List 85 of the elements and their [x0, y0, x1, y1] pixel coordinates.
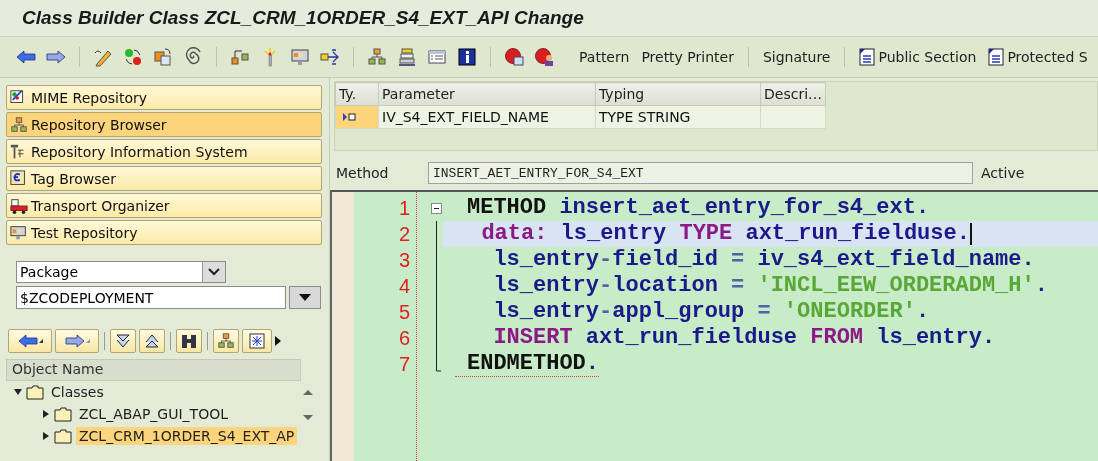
line-number: 5	[397, 300, 411, 325]
line-number: 7	[397, 352, 411, 377]
expand-all-button[interactable]	[110, 329, 136, 353]
toolbar-button[interactable]: Protected S	[985, 46, 1091, 68]
navigator-button[interactable]: Repository Information System	[6, 139, 322, 164]
toolbar-button[interactable]: Pretty Printer	[638, 47, 737, 67]
navigator-button[interactable]: Test Repository	[6, 220, 322, 245]
caret-down-icon	[299, 294, 311, 301]
swap-circles-icon[interactable]	[123, 47, 143, 67]
collapse-icon[interactable]	[14, 388, 22, 396]
code-line: ENDMETHOD.	[467, 351, 600, 376]
code-line: ls_entry-field_id = iv_s4_ext_field_name.	[492, 247, 1035, 273]
find-button[interactable]	[176, 329, 202, 353]
screen-panel-icon[interactable]	[290, 47, 310, 67]
folder-icon	[54, 428, 72, 444]
toolbar-button[interactable]: Pattern	[576, 47, 633, 67]
list-window-icon[interactable]	[427, 47, 447, 67]
status-text: Active	[981, 165, 1025, 181]
screen-panel-icon[interactable]	[10, 223, 28, 242]
column-header: Descri…	[760, 82, 826, 106]
spiral-icon[interactable]	[183, 47, 203, 67]
importing-parameter-icon	[342, 112, 358, 122]
tag-icon[interactable]	[10, 169, 28, 188]
column-header: Typing	[595, 82, 761, 106]
code-line: data: ls_entry TYPE axt_run_fielduse.	[480, 221, 970, 247]
line-number: 2	[397, 222, 411, 247]
window-title: Class Builder Class ZCL_CRM_1ORDER_S4_EXT_API Change	[22, 7, 584, 29]
dropdown-button[interactable]	[289, 286, 321, 309]
line-number: 6	[397, 326, 411, 351]
navigator-button[interactable]: Transport Organizer	[6, 193, 322, 218]
table-cell: IV_S4_EXT_FIELD_NAME	[378, 105, 596, 129]
expand-icon[interactable]	[42, 410, 50, 418]
code-line: ls_entry-appl_group = 'ONEORDER'.	[492, 299, 930, 325]
chevrons-down-icon	[115, 334, 131, 348]
tree-item[interactable]: ZCL_ABAP_GUI_TOOL	[76, 405, 231, 423]
navigator-button[interactable]: Repository Browser	[6, 112, 322, 137]
collapse-all-button[interactable]	[139, 329, 165, 353]
line-number: 4	[397, 274, 411, 299]
hierarchy-icon[interactable]	[10, 115, 28, 134]
back-arrow-icon[interactable]	[16, 50, 36, 64]
field-label: Method	[336, 165, 390, 181]
line-number: 1	[397, 196, 411, 221]
column-header: Object Name	[6, 359, 301, 381]
asterisk-icon	[249, 333, 265, 349]
forward-arrow-icon[interactable]	[64, 334, 85, 348]
back-arrow-icon[interactable]	[17, 334, 38, 348]
info-icon[interactable]	[457, 47, 477, 67]
tree-item[interactable]: Classes	[48, 383, 107, 401]
folder-icon	[26, 384, 44, 400]
column-header: Ty.	[335, 82, 379, 106]
table-cell: TYPE STRING	[595, 105, 761, 129]
more-arrow-icon[interactable]	[275, 336, 281, 346]
chevron-down-icon	[208, 268, 220, 276]
navigator-button[interactable]: Tag Browser	[6, 166, 322, 191]
code-line: ls_entry-location = 'INCL_EEW_ORDERADM_H'.	[492, 273, 1048, 299]
expand-icon[interactable]	[42, 432, 50, 440]
column-header: Parameter	[378, 82, 596, 106]
folder-icon	[54, 406, 72, 422]
branch-arrows-icon[interactable]	[320, 47, 340, 67]
linked-squares-icon[interactable]	[230, 47, 250, 67]
text-cursor	[969, 223, 972, 245]
method-name-field[interactable]: INSERT_AET_ENTRY_FOR_S4_EXT	[428, 162, 973, 184]
object-type-dropdown[interactable]: Package	[16, 261, 226, 283]
stack-icon[interactable]	[397, 47, 417, 67]
code-line: INSERT axt_run_fielduse FROM ls_entry.	[492, 325, 996, 351]
toolbar-button[interactable]: Signature	[759, 47, 834, 67]
asterisk-button[interactable]	[242, 329, 272, 353]
caret-down-icon	[85, 339, 90, 343]
tree-item[interactable]: ZCL_CRM_1ORDER_S4_EXT_AP	[76, 427, 298, 445]
caret-down-icon	[38, 339, 43, 343]
toolbar-button[interactable]: Public Section	[856, 46, 980, 68]
code-line: METHOD insert_aet_entry_for_s4_ext.	[467, 195, 930, 221]
document-icon	[859, 48, 876, 66]
package-field[interactable]: $ZCODEPLOYMENT	[16, 286, 286, 309]
forward-arrow-icon[interactable]	[46, 50, 66, 64]
hierarchy-icon[interactable]	[367, 47, 387, 67]
document-icon	[988, 48, 1005, 66]
line-number: 3	[397, 248, 411, 273]
navigator-button[interactable]: MIME Repository	[6, 85, 322, 110]
forward-button[interactable]	[55, 329, 99, 353]
code-editor[interactable]	[330, 190, 1098, 461]
chevrons-up-icon	[144, 334, 160, 348]
back-button[interactable]	[8, 329, 52, 353]
truck-icon[interactable]	[10, 196, 28, 215]
copy-squares-icon[interactable]	[153, 47, 173, 67]
